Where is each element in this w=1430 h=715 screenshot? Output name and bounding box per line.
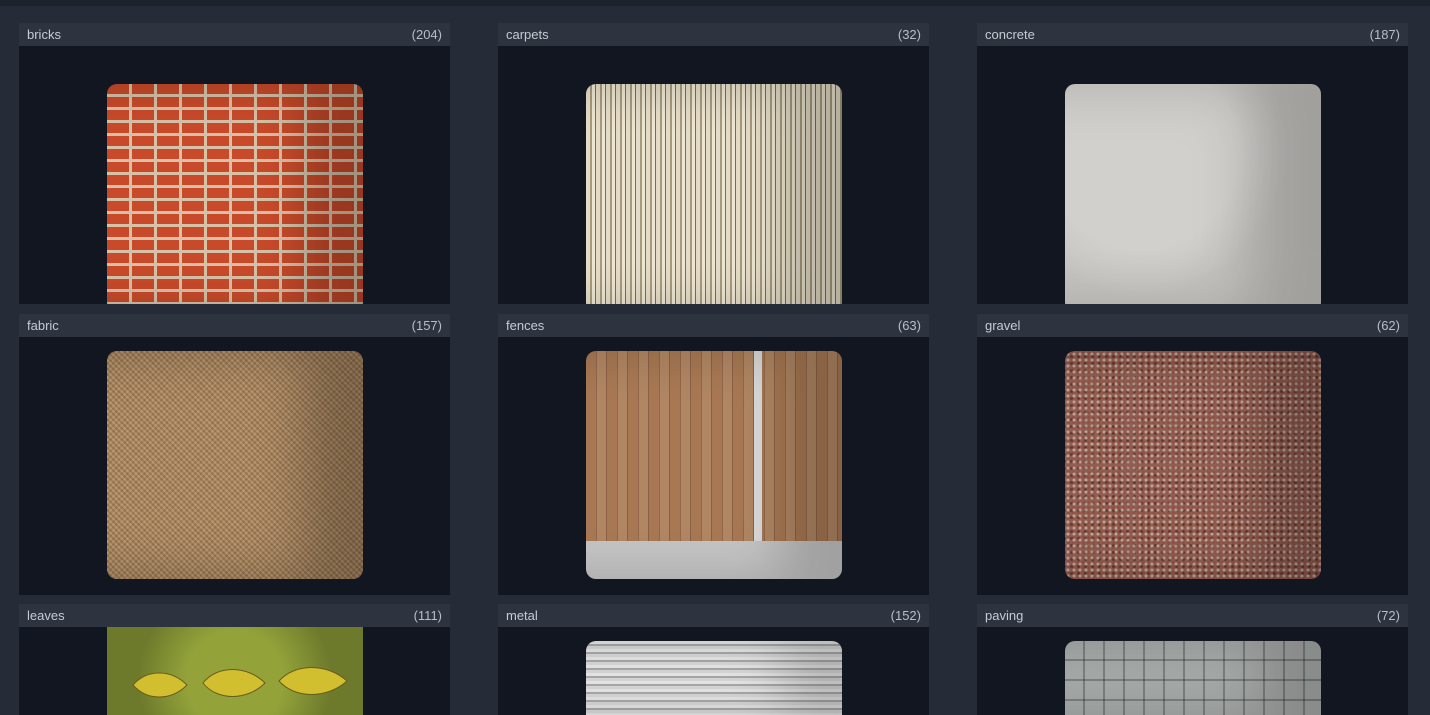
fabric-cube [107, 351, 363, 579]
material-thumbnail [19, 46, 450, 304]
tile-header: fences (63) [498, 314, 929, 337]
material-thumbnail [498, 46, 929, 304]
category-tile-bricks[interactable]: bricks (204) [19, 23, 450, 304]
concrete-cube [1065, 84, 1321, 304]
category-name: leaves [27, 608, 65, 623]
fences-cube [586, 351, 842, 579]
category-tile-carpets[interactable]: carpets (32) [498, 23, 929, 304]
material-thumbnail [19, 337, 450, 595]
category-tile-paving[interactable]: paving (72) [977, 604, 1408, 715]
metal-cube [586, 641, 842, 715]
category-name: gravel [985, 318, 1021, 333]
bricks-cube [107, 84, 363, 304]
category-tile-gravel[interactable]: gravel (62) [977, 314, 1408, 595]
category-name: metal [506, 608, 538, 623]
category-count: (62) [1376, 318, 1400, 333]
category-count: (157) [411, 318, 442, 333]
paving-cube [1065, 641, 1321, 715]
category-count: (72) [1376, 608, 1400, 623]
tile-header: gravel (62) [977, 314, 1408, 337]
leaf-icon [132, 667, 348, 698]
category-count: (111) [413, 608, 442, 623]
category-name: fences [506, 318, 545, 333]
category-count: (63) [897, 318, 921, 333]
tile-header: carpets (32) [498, 23, 929, 46]
category-count: (204) [411, 27, 442, 42]
category-count: (187) [1369, 27, 1400, 42]
category-tile-fabric[interactable]: fabric (157) [19, 314, 450, 595]
leaves-swatch [107, 627, 363, 715]
tile-header: leaves (111) [19, 604, 450, 627]
category-grid: bricks (204) carpets (32) concrete (187) [0, 0, 1430, 715]
category-name: fabric [27, 318, 59, 333]
material-thumbnail [19, 627, 450, 715]
tile-header: paving (72) [977, 604, 1408, 627]
category-name: carpets [506, 27, 549, 42]
material-thumbnail [977, 337, 1408, 595]
category-count: (32) [897, 27, 921, 42]
carpets-cube [586, 84, 842, 304]
tile-header: concrete (187) [977, 23, 1408, 46]
category-name: concrete [985, 27, 1035, 42]
category-count: (152) [890, 608, 921, 623]
category-tile-metal[interactable]: metal (152) [498, 604, 929, 715]
material-thumbnail [498, 627, 929, 715]
material-thumbnail [498, 337, 929, 595]
category-name: bricks [27, 27, 61, 42]
material-thumbnail [977, 46, 1408, 304]
category-tile-fences[interactable]: fences (63) [498, 314, 929, 595]
tile-header: bricks (204) [19, 23, 450, 46]
material-thumbnail [977, 627, 1408, 715]
category-tile-leaves[interactable]: leaves (111) [19, 604, 450, 715]
gravel-cube [1065, 351, 1321, 579]
category-name: paving [985, 608, 1024, 623]
tile-header: fabric (157) [19, 314, 450, 337]
category-tile-concrete[interactable]: concrete (187) [977, 23, 1408, 304]
tile-header: metal (152) [498, 604, 929, 627]
